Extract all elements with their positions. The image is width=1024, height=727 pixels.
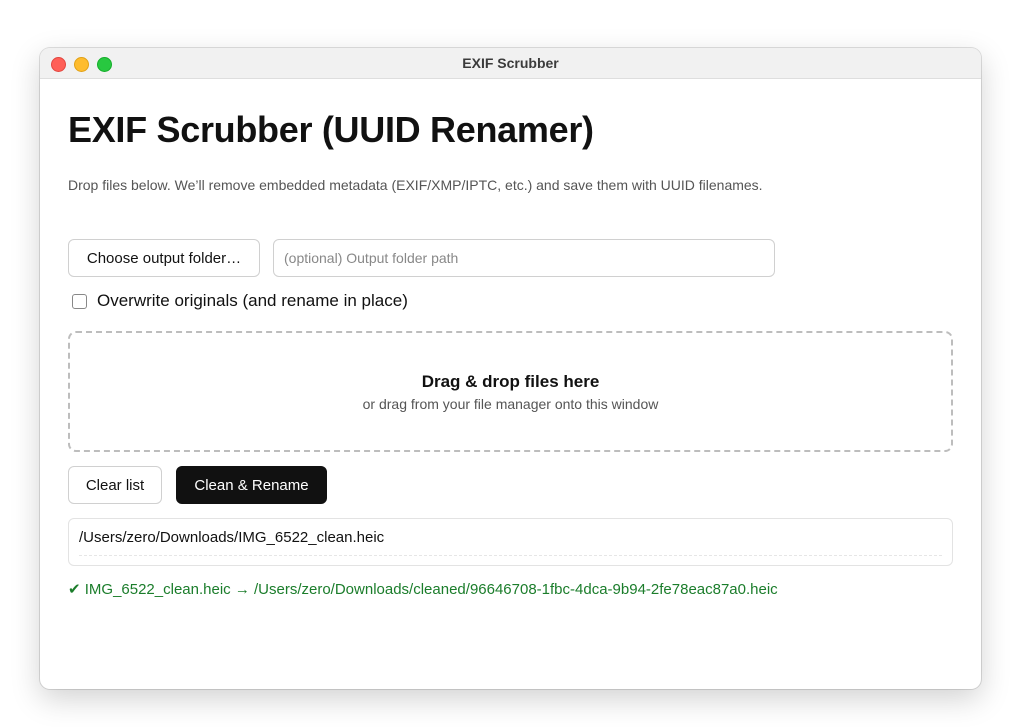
overwrite-originals-checkbox[interactable] xyxy=(72,293,87,309)
page-description: Drop files below. We’ll remove embedded … xyxy=(68,177,763,193)
minimize-window-button[interactable] xyxy=(74,57,89,72)
page-title: EXIF Scrubber (UUID Renamer) xyxy=(68,109,594,150)
file-drop-zone[interactable]: Drag & drop files here or drag from your… xyxy=(68,331,953,452)
file-list: /Users/zero/Downloads/IMG_6522_clean.hei… xyxy=(68,518,953,566)
choose-output-folder-button[interactable]: Choose output folder… xyxy=(68,239,260,277)
drop-zone-subtitle: or drag from your file manager onto this… xyxy=(362,395,659,412)
clear-list-button[interactable]: Clear list xyxy=(68,466,162,504)
overwrite-originals-option[interactable]: Overwrite originals (and rename in place… xyxy=(72,291,408,311)
maximize-window-button[interactable] xyxy=(97,57,112,72)
drop-zone-title: Drag & drop files here xyxy=(421,371,600,391)
result-message: ✔ IMG_6522_clean.heic → /Users/zero/Down… xyxy=(68,581,778,598)
app-window: EXIF Scrubber EXIF Scrubber (UUID Rename… xyxy=(40,48,981,689)
window-title: EXIF Scrubber xyxy=(462,55,559,71)
overwrite-originals-label: Overwrite originals (and rename in place… xyxy=(97,291,408,310)
window-controls xyxy=(51,57,112,72)
file-list-item[interactable]: /Users/zero/Downloads/IMG_6522_clean.hei… xyxy=(79,519,942,556)
output-folder-path-input[interactable] xyxy=(273,239,775,277)
title-bar: EXIF Scrubber xyxy=(40,48,981,79)
clean-rename-button[interactable]: Clean & Rename xyxy=(176,466,327,504)
close-window-button[interactable] xyxy=(51,57,66,72)
